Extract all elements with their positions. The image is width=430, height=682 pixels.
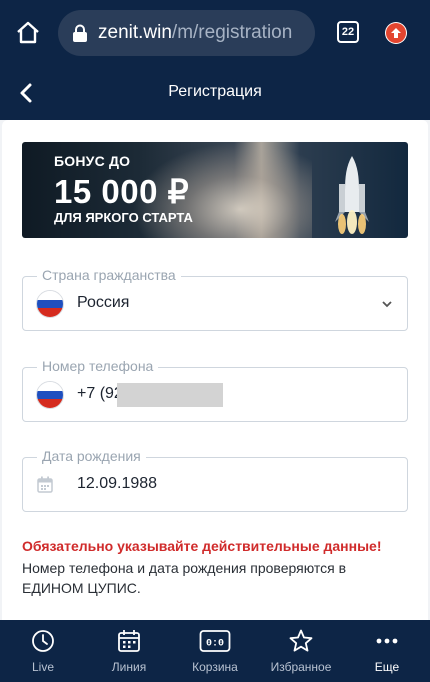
star-icon bbox=[289, 629, 313, 652]
nav-label-cart: Корзина bbox=[192, 660, 238, 674]
russia-flag-icon bbox=[36, 381, 64, 409]
browser-toolbar: zenit.win/m/registration 22 bbox=[0, 0, 430, 66]
arrow-up-icon bbox=[386, 23, 406, 43]
banner-amount: 15 000 ₽ bbox=[54, 173, 190, 210]
nav-item-cart[interactable]: 0:0 Корзина bbox=[172, 620, 258, 682]
warning-title: Обязательно указывайте действительные да… bbox=[22, 538, 382, 554]
more-icon bbox=[376, 638, 398, 644]
app-header: Регистрация bbox=[0, 66, 430, 120]
tab-count: 22 bbox=[341, 26, 355, 38]
clock-icon bbox=[32, 630, 54, 652]
birthdate-field[interactable]: Дата рождения 12.09.1988 bbox=[22, 448, 408, 512]
lock-icon bbox=[73, 24, 87, 42]
url-host: zenit.win bbox=[98, 22, 172, 43]
russia-flag-icon bbox=[36, 290, 64, 318]
redacted-phone-digits bbox=[117, 383, 223, 407]
bonus-banner[interactable]: БОНУС ДО 15 000 ₽ ДЛЯ ЯРКОГО СТАРТА bbox=[22, 142, 408, 238]
bottom-navigation: Live Линия 0:0 Корзина Избранное Еще bbox=[0, 620, 430, 682]
calendar-icon bbox=[118, 630, 140, 652]
chevron-down-icon bbox=[382, 301, 392, 308]
phone-label: Номер телефона bbox=[37, 358, 159, 374]
update-button[interactable] bbox=[385, 22, 407, 44]
home-icon[interactable] bbox=[14, 19, 42, 47]
nav-label-live: Live bbox=[31, 660, 54, 674]
phone-field[interactable]: Номер телефона +7 (92 bbox=[22, 358, 408, 422]
nav-label-line: Линия bbox=[111, 660, 147, 674]
country-label: Страна гражданства bbox=[37, 267, 181, 283]
nav-item-line[interactable]: Линия bbox=[86, 620, 172, 682]
registration-form: БОНУС ДО 15 000 ₽ ДЛЯ ЯРКОГО СТАРТА Стра… bbox=[2, 120, 428, 620]
country-value: Россия bbox=[77, 294, 130, 311]
scoreboard-icon: 0:0 bbox=[199, 630, 231, 652]
birthdate-label: Дата рождения bbox=[37, 448, 146, 464]
phone-value: +7 (92 bbox=[77, 385, 123, 402]
tab-switcher-button[interactable]: 22 bbox=[337, 21, 359, 43]
url-text: zenit.win/m/registration bbox=[98, 22, 292, 44]
nav-label-more: Еще bbox=[374, 660, 400, 674]
nav-label-favorites: Избранное bbox=[270, 660, 332, 674]
page-title: Регистрация bbox=[168, 83, 262, 100]
birthdate-value: 12.09.1988 bbox=[77, 475, 158, 492]
country-select[interactable]: Страна гражданства Россия bbox=[22, 267, 408, 331]
url-path: /m/registration bbox=[171, 22, 293, 43]
banner-line1: БОНУС ДО bbox=[54, 153, 131, 169]
address-bar[interactable]: zenit.win/m/registration bbox=[58, 10, 315, 56]
calendar-icon bbox=[37, 476, 53, 493]
nav-item-favorites[interactable]: Избранное bbox=[258, 620, 344, 682]
banner-line3: ДЛЯ ЯРКОГО СТАРТА bbox=[54, 210, 193, 225]
warning-text: Номер телефона и дата рождения проверяют… bbox=[22, 560, 347, 596]
nav-item-live[interactable]: Live bbox=[0, 620, 86, 682]
nav-item-more[interactable]: Еще bbox=[344, 620, 430, 682]
cart-score: 0:0 bbox=[206, 639, 224, 650]
rocket-icon bbox=[335, 156, 369, 234]
